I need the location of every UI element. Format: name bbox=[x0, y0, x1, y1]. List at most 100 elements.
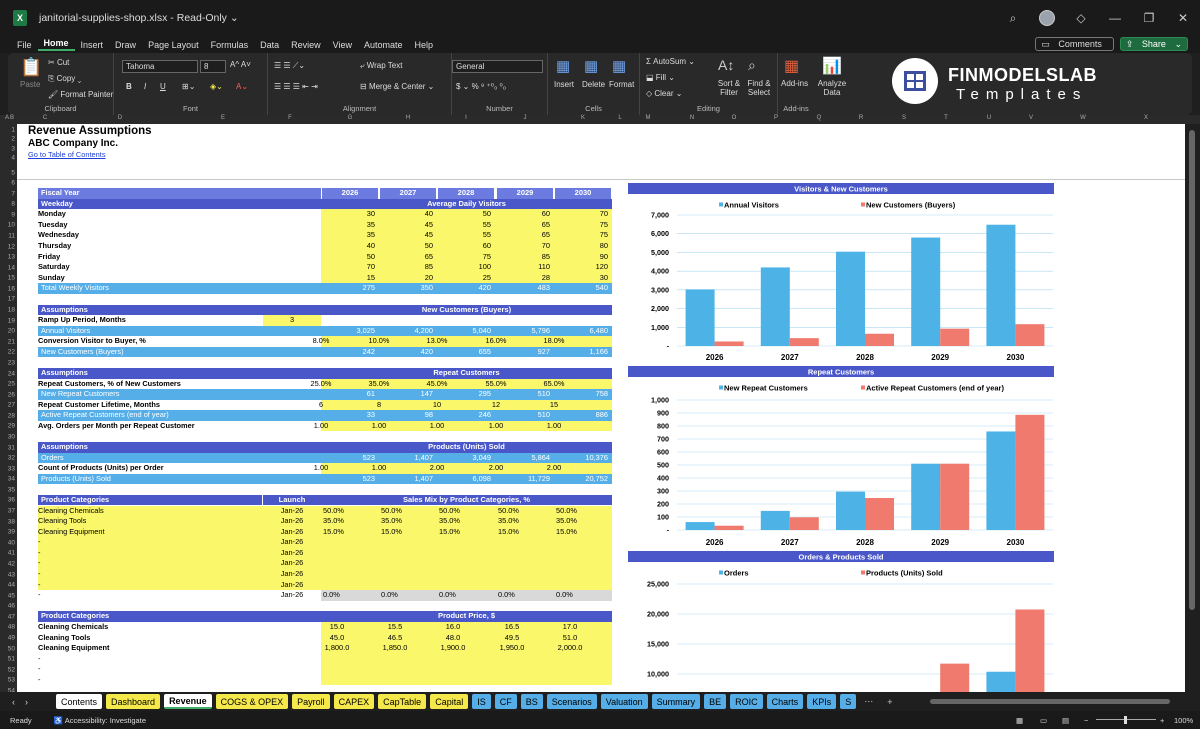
row-header[interactable]: 29 bbox=[8, 423, 15, 430]
row-header[interactable]: 32 bbox=[8, 455, 15, 462]
row-header[interactable]: 2 bbox=[11, 136, 15, 143]
menu-data[interactable]: Data bbox=[254, 40, 285, 50]
row-header[interactable]: 43 bbox=[8, 571, 15, 578]
format-button[interactable]: Format bbox=[609, 80, 634, 89]
next-sheet-icon[interactable]: › bbox=[25, 697, 28, 707]
share-button[interactable]: ⇪ Share ⌄ bbox=[1119, 37, 1188, 51]
menu-automate[interactable]: Automate bbox=[358, 40, 409, 50]
delete-button[interactable]: Delete bbox=[582, 80, 605, 89]
sheet-tab[interactable]: Revenue bbox=[164, 694, 212, 709]
row-header[interactable]: 17 bbox=[8, 296, 15, 303]
column-header[interactable]: J bbox=[524, 115, 527, 121]
column-header[interactable]: L bbox=[618, 115, 621, 121]
row-header[interactable]: 35 bbox=[8, 486, 15, 493]
fill-button[interactable]: ⬓ Fill ⌄ bbox=[646, 73, 675, 82]
borders-icon[interactable]: ⊞⌄ bbox=[182, 82, 195, 91]
row-header[interactable]: 5 bbox=[11, 169, 15, 176]
row-header[interactable]: 49 bbox=[8, 635, 15, 642]
column-header[interactable]: U bbox=[987, 115, 991, 121]
column-header[interactable]: V bbox=[1029, 115, 1033, 121]
page-break-icon[interactable]: ▤ bbox=[1062, 716, 1069, 725]
column-header[interactable]: M bbox=[646, 115, 651, 121]
restore-icon[interactable]: ❐ bbox=[1132, 0, 1166, 36]
paste-label[interactable]: Paste bbox=[20, 80, 40, 89]
normal-view-icon[interactable]: ▦ bbox=[1016, 716, 1023, 725]
row-header[interactable]: 34 bbox=[8, 476, 15, 483]
row-header[interactable]: 24 bbox=[8, 370, 15, 377]
menu-home[interactable]: Home bbox=[37, 38, 75, 51]
column-header[interactable]: B bbox=[10, 115, 14, 121]
font-name-select[interactable]: Tahoma bbox=[122, 60, 198, 73]
column-header[interactable]: H bbox=[406, 115, 410, 121]
column-header[interactable]: N bbox=[690, 115, 694, 121]
clear-button[interactable]: ◇ Clear ⌄ bbox=[646, 89, 682, 98]
font-color-icon[interactable]: A⌄ bbox=[236, 82, 248, 91]
column-header[interactable]: R bbox=[859, 115, 863, 121]
row-header[interactable]: 53 bbox=[8, 677, 15, 684]
row-header[interactable]: 10 bbox=[8, 222, 15, 229]
row-header[interactable]: 31 bbox=[8, 444, 15, 451]
column-header[interactable]: S bbox=[902, 115, 906, 121]
more-tabs-icon[interactable]: ⋯ bbox=[864, 696, 873, 707]
menu-page-layout[interactable]: Page Layout bbox=[142, 40, 205, 50]
sheet-tab[interactable]: Dashboard bbox=[106, 694, 161, 709]
row-header[interactable]: 50 bbox=[8, 645, 15, 652]
comments-button[interactable]: ▭ Comments bbox=[1035, 37, 1114, 51]
delete-cells-icon[interactable]: ▦ bbox=[584, 57, 598, 75]
row-header[interactable]: 1 bbox=[11, 127, 15, 134]
sheet-tab[interactable]: Charts bbox=[766, 694, 804, 709]
align-left-icon[interactable]: ☰ ☰ ☰ ⇤ ⇥ bbox=[274, 82, 318, 91]
column-header[interactable]: W bbox=[1080, 115, 1086, 121]
column-header[interactable]: P bbox=[774, 115, 778, 121]
row-header[interactable]: 40 bbox=[8, 539, 15, 546]
zoom-out-icon[interactable]: − bbox=[1084, 716, 1088, 725]
paste-icon[interactable]: 📋 bbox=[20, 57, 42, 78]
avatar[interactable] bbox=[1030, 0, 1064, 36]
sheet-tab[interactable]: ROIC bbox=[730, 694, 763, 709]
menu-file[interactable]: File bbox=[11, 40, 38, 50]
row-header[interactable]: 37 bbox=[8, 508, 15, 515]
align-top-icon[interactable]: ☰ ☰ ⟋⌄ bbox=[274, 61, 305, 71]
column-header[interactable]: Q bbox=[817, 115, 822, 121]
column-header[interactable]: C bbox=[43, 115, 47, 121]
sheet-tab[interactable]: CF bbox=[494, 694, 517, 709]
vertical-scrollbar[interactable] bbox=[1185, 124, 1200, 692]
sheet-tab[interactable]: Summary bbox=[651, 694, 701, 709]
row-header[interactable]: 3 bbox=[11, 145, 15, 152]
insert-button[interactable]: Insert bbox=[554, 80, 574, 89]
column-header[interactable]: F bbox=[288, 115, 292, 121]
row-header[interactable]: 47 bbox=[8, 613, 15, 620]
addins-icon[interactable]: ▦ bbox=[784, 56, 799, 76]
add-sheet-icon[interactable]: + bbox=[887, 697, 892, 707]
column-header[interactable]: T bbox=[944, 115, 948, 121]
row-header[interactable]: 39 bbox=[8, 529, 15, 536]
row-header[interactable]: 27 bbox=[8, 402, 15, 409]
sheet-tab[interactable]: BS bbox=[520, 694, 543, 709]
row-header[interactable]: 16 bbox=[8, 285, 15, 292]
page-layout-icon[interactable]: ▭ bbox=[1040, 716, 1047, 725]
font-size-select[interactable]: 8 bbox=[200, 60, 226, 73]
search-icon[interactable]: ⌕ bbox=[996, 0, 1030, 36]
sheet-tab[interactable]: CAPEX bbox=[333, 694, 375, 709]
row-header[interactable]: 36 bbox=[8, 497, 15, 504]
minimize-icon[interactable]: — bbox=[1098, 0, 1132, 36]
row-header[interactable]: 20 bbox=[8, 328, 15, 335]
wrap-text-button[interactable]: ⤶ Wrap Text bbox=[360, 61, 402, 71]
menu-insert[interactable]: Insert bbox=[75, 40, 110, 50]
row-header[interactable]: 12 bbox=[8, 243, 15, 250]
cut-button[interactable]: ✂ Cut bbox=[48, 58, 69, 67]
row-header[interactable]: 11 bbox=[8, 232, 15, 239]
row-header[interactable]: 21 bbox=[8, 338, 15, 345]
format-painter-button[interactable]: 🖌 Format Painter bbox=[48, 90, 113, 99]
sheet-tab[interactable]: S bbox=[840, 694, 857, 709]
row-header[interactable]: 8 bbox=[11, 201, 15, 208]
row-header[interactable]: 42 bbox=[8, 560, 15, 567]
find-select-button[interactable]: Find & Select bbox=[744, 79, 774, 97]
row-header[interactable]: 45 bbox=[8, 592, 15, 599]
format-cells-icon[interactable]: ▦ bbox=[612, 57, 626, 75]
sheet-tab[interactable]: COGS & OPEX bbox=[215, 694, 289, 709]
column-header[interactable]: D bbox=[118, 115, 122, 121]
row-header[interactable]: 41 bbox=[8, 550, 15, 557]
analyze-data-icon[interactable]: 📊 bbox=[822, 56, 842, 76]
row-header[interactable]: 13 bbox=[8, 254, 15, 261]
